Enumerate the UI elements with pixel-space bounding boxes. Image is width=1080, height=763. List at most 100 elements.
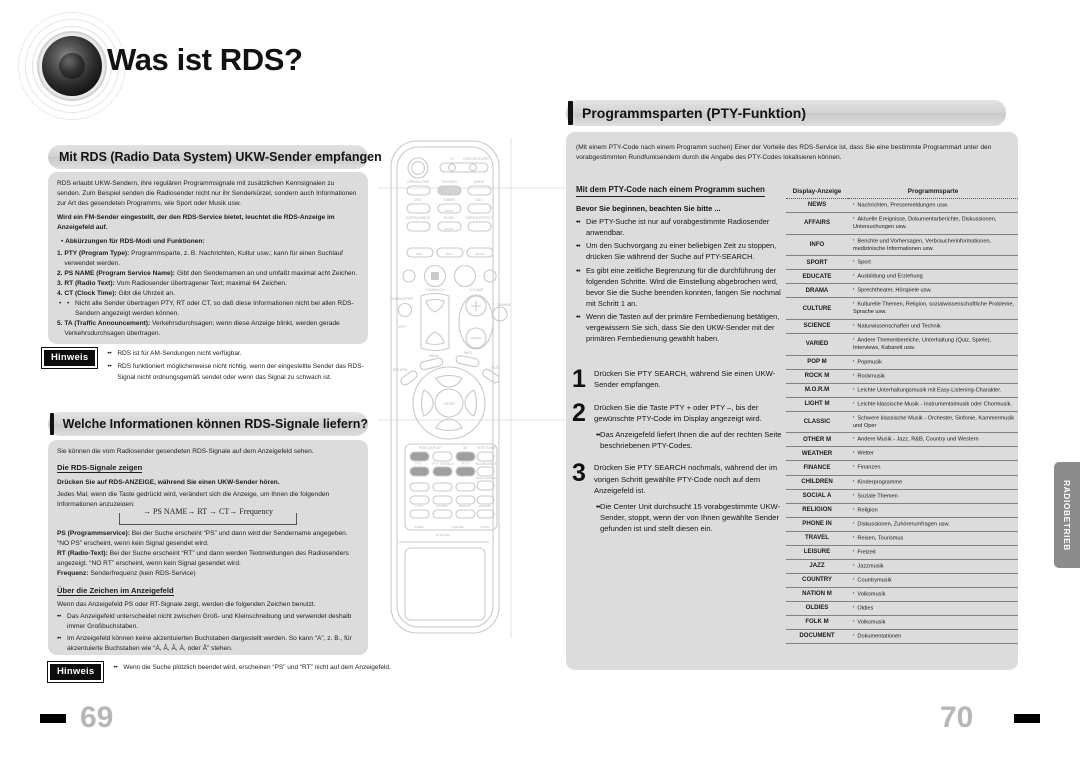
svg-text:V-FP: V-FP <box>398 325 406 329</box>
rds-list-intro: Abkürzungen für RDS-Modi und Funktionen: <box>65 238 205 246</box>
svg-text:PTY+: PTY+ <box>462 462 471 466</box>
pty-code: NATION M <box>786 587 848 602</box>
svg-text:REMAIN: REMAIN <box>479 504 491 508</box>
pty-code: ROCK M <box>786 369 848 384</box>
svg-text:DIM -: DIM - <box>416 252 423 256</box>
table-row: EDUCATEAusbildung und Erziehung <box>786 269 1018 285</box>
table-row: FINANCEFinanzen <box>786 460 1018 476</box>
svg-text:TUNER: TUNER <box>443 198 455 202</box>
pty-description: Ausbildung und Erziehung <box>848 269 1018 285</box>
pty-code: COUNTRY <box>786 573 848 588</box>
pty-description: Andere Themenbereiche, Unterhaltung (Qui… <box>848 333 1018 356</box>
step-text: Drücken Sie die Taste PTY + oder PTY –, … <box>594 402 762 424</box>
svg-text:LOGO: LOGO <box>415 504 424 508</box>
section-heading-label: Mit RDS (Radio Data System) UKW-Sender e… <box>59 150 382 164</box>
before-title: Bevor Sie beginnen, beachten Sie bitte .… <box>576 204 721 213</box>
svg-text:TV/VIDEO: TV/VIDEO <box>441 180 457 184</box>
svg-text:ENTER: ENTER <box>444 402 456 406</box>
pty-description: Finanzen <box>848 460 1018 476</box>
svg-text:P./VIEW: P./VIEW <box>437 504 448 508</box>
def-term-frequenz: Frequenz: <box>57 570 89 578</box>
svg-text:DSP/EQ MODE: DSP/EQ MODE <box>406 216 431 220</box>
step-number: 1 <box>572 365 586 393</box>
pty-code: TRAVEL <box>786 531 848 546</box>
section-heading-rds-empfangen: Mit RDS (Radio Data System) UKW-Sender e… <box>48 145 382 169</box>
pty-code: CULTURE <box>786 297 848 320</box>
def-term-ps: PS (Programmservice): <box>57 530 130 538</box>
abbrev-text-ct: Gibt die Uhrzeit an. <box>116 290 175 298</box>
before-item: Wenn die Tasten auf der primäre Fernbedi… <box>586 311 780 344</box>
svg-text:SOUND/EDIT: SOUND/EDIT <box>476 462 497 466</box>
svg-text:ZOOM: ZOOM <box>481 525 490 529</box>
svg-text:TEST TONE: TEST TONE <box>477 446 497 450</box>
pty-description: Schwere klassische Musik - Orchester, Si… <box>848 411 1018 434</box>
pty-code: RELIGION <box>786 503 848 518</box>
pty-code: OTHER M <box>786 432 848 448</box>
svg-text:MUTE: MUTE <box>476 252 485 256</box>
side-tab-label: RADIOBETRIEB <box>1062 479 1072 551</box>
pty-description: Popmusik <box>848 355 1018 370</box>
svg-text:CANCEL: CANCEL <box>452 525 465 529</box>
svg-text:MO/ST: MO/ST <box>444 227 454 231</box>
pty-description: Wetter <box>848 446 1018 462</box>
pty-description: Berichte und Vorhersagen, Verbraucherinf… <box>848 234 1018 257</box>
table-row: NEWSNachrichten, Pressemeldungen usw. <box>786 198 1018 214</box>
rds-bold-note: Wird ein FM-Sender eingestellt, der den … <box>57 214 335 232</box>
step-number: 3 <box>572 459 586 488</box>
table-row: RELIGIONReligion <box>786 503 1018 518</box>
pty-code: JAZZ <box>786 559 848 574</box>
remote-control-illustration: TV DVD RECEIVER OPEN/CLOSE TV/VIDEO MODE DV… <box>378 138 574 638</box>
svg-text:RETURN: RETURN <box>393 368 408 372</box>
table-row: SPORTSport <box>786 255 1018 271</box>
signale-subheading-1: Die RDS-Signale zeigen <box>57 463 143 474</box>
zeichen-para: Wenn das Anzeigefeld PS oder RT-Signale … <box>57 601 316 609</box>
svg-text:SLOW: SLOW <box>444 216 455 220</box>
panel-rds-empfangen: RDS erlaubt UKW-Sendern, ihre regulären … <box>48 172 368 344</box>
pty-description: Oldies <box>848 601 1018 617</box>
panel-rds-signale: Sie können die vom Radiosender gesendete… <box>48 440 368 655</box>
abbrev-text-rt: Vom Radiosender übertragener Text; maxim… <box>114 280 287 288</box>
def-text-frequenz: Senderfrequenz (kein RDS-Service) <box>88 570 196 578</box>
th-programmsparte: Programmsparte <box>848 186 1018 199</box>
step-item: 1 Drücken Sie PTY SEARCH, während Sie ei… <box>572 365 784 393</box>
pty-code: NEWS <box>786 198 848 214</box>
table-row: SOCIAL ASoziale Themen <box>786 489 1018 504</box>
pty-code-table: Display-Anzeige Programmsparte NEWSNachr… <box>786 186 1018 645</box>
table-row: CHILDRENKinderprogramme <box>786 475 1018 490</box>
pty-code: OLDIES <box>786 601 848 617</box>
pty-description: Sprechtheater, Hörspiele usw. <box>848 283 1018 299</box>
table-row: SCIENCENaturwissenschaften und Technik <box>786 319 1018 335</box>
pty-code: LEISURE <box>786 545 848 560</box>
page-number-left: 69 <box>80 701 114 734</box>
svg-text:PTY-: PTY- <box>415 462 422 466</box>
pty-code: FOLK M <box>786 615 848 631</box>
page-title: Was ist RDS? <box>107 42 303 77</box>
pty-code: SOCIAL A <box>786 489 848 504</box>
table-row: OLDIESOldies <box>786 601 1018 617</box>
svg-text:BAND: BAND <box>445 209 454 213</box>
table-row: INFOBerichte und Vorhersagen, Verbrauche… <box>786 234 1018 257</box>
pty-before-block: Bevor Sie beginnen, beachten Sie bitte .… <box>576 203 784 344</box>
table-row: CLASSICSchwere klassische Musik - Orches… <box>786 411 1018 434</box>
table-row: WEATHERWetter <box>786 446 1018 462</box>
hinweis-label: Hinweis <box>48 662 104 682</box>
pty-table: Display-Anzeige Programmsparte NEWSNachr… <box>786 186 1018 645</box>
section-heading-label: Welche Informationen können RDS-Signale … <box>62 417 368 431</box>
svg-text:RDS DISPLAY: RDS DISPLAY <box>419 446 442 450</box>
table-row: LEISUREFreizeit <box>786 545 1018 560</box>
pty-code: AFFAIRS <box>786 212 848 235</box>
table-row: VARIEDAndere Themenbereiche, Unterhaltun… <box>786 333 1018 356</box>
hinweis-item: RDS funktioniert möglicherweise nicht ri… <box>117 363 364 381</box>
step-item: 3 Drücken Sie PTY SEARCH nochmals, währe… <box>572 459 784 534</box>
abbrev-term-pty: PTY (Program Type): <box>64 250 130 258</box>
pty-description: Kinderprogramme <box>848 475 1018 490</box>
abbrev-text-psname: Gibt den Sendernamen an und umfaßt maxim… <box>175 270 358 278</box>
hinweis-item: Wenn die Suche plötzlich beendet wird, e… <box>123 664 391 671</box>
svg-text:DVD RECEIVER: DVD RECEIVER <box>463 157 489 161</box>
table-row: M.O.R.MLeichte Unterhaltungsmusik mit Ea… <box>786 383 1018 398</box>
pty-description: Countrymusik <box>848 573 1018 588</box>
pty-intro-text: (Mit einem PTY-Code nach einem Programm … <box>576 144 992 162</box>
flow-label: → PS NAME→ RT → CT→ Frequency <box>120 506 296 519</box>
manual-page: Was ist RDS? Mit RDS (Radio Data System)… <box>0 0 1080 763</box>
before-item: Die PTY-Suche ist nur auf vorabgestimmte… <box>586 217 770 238</box>
